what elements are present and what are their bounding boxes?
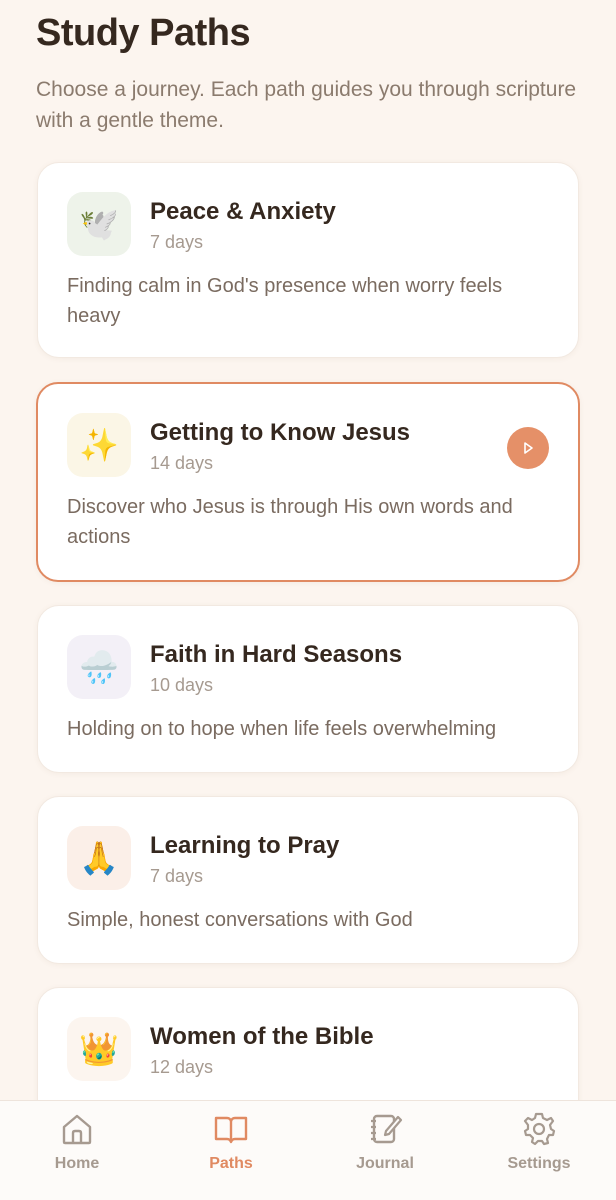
path-card-learning-to-pray[interactable]: 🙏 Learning to Pray 7 days Simple, honest…: [37, 796, 579, 964]
tab-paths[interactable]: Paths: [171, 1111, 291, 1181]
play-icon: [524, 442, 533, 454]
path-description: Finding calm in God's presence when worr…: [67, 275, 503, 327]
home-icon: [62, 1114, 92, 1145]
path-title: Learning to Pray: [150, 832, 340, 859]
tab-label: Home: [54, 1155, 100, 1172]
path-description: Simple, honest conversations with God: [67, 909, 413, 931]
path-title: Peace & Anxiety: [150, 198, 336, 225]
path-title: Women of the Bible: [150, 1023, 374, 1050]
play-button[interactable]: [507, 427, 549, 469]
path-description: Holding on to hope when life feels overw…: [67, 718, 497, 740]
tab-home[interactable]: Home: [17, 1111, 137, 1181]
path-title: Faith in Hard Seasons: [150, 641, 403, 668]
tab-label: Journal: [356, 1155, 414, 1172]
page-title: Study Paths: [36, 12, 251, 54]
praying-hands-icon: 🙏: [67, 826, 131, 890]
path-description: Discover who Jesus is through His own wo…: [67, 496, 513, 548]
book-icon: [214, 1116, 248, 1144]
path-duration: 12 days: [150, 1057, 214, 1077]
tab-label: Paths: [209, 1155, 253, 1172]
sparkles-icon: ✨: [67, 413, 131, 477]
journal-icon: [371, 1114, 403, 1144]
tab-label: Settings: [507, 1155, 571, 1172]
path-card-faith-hard-seasons[interactable]: 🌧️ Faith in Hard Seasons 10 days Holding…: [37, 605, 579, 773]
path-duration: 10 days: [150, 675, 214, 695]
study-paths-screen: Study Paths Choose a journey. Each path …: [0, 0, 616, 1200]
rain-cloud-icon: 🌧️: [67, 635, 131, 699]
path-card-getting-to-know-jesus[interactable]: ✨ Getting to Know Jesus 14 days Discover…: [36, 382, 580, 582]
bottom-tab-bar: Home Paths Journal Settings: [0, 1100, 616, 1200]
page-subtitle: Choose a journey. Each path guides you t…: [36, 78, 577, 132]
tab-journal[interactable]: Journal: [325, 1111, 445, 1181]
page-header: Study Paths Choose a journey. Each path …: [36, 10, 596, 136]
tab-settings[interactable]: Settings: [479, 1111, 599, 1181]
path-duration: 14 days: [150, 453, 214, 473]
path-duration: 7 days: [150, 866, 204, 886]
path-title: Getting to Know Jesus: [150, 419, 411, 446]
path-card-peace-anxiety[interactable]: 🕊️ Peace & Anxiety 7 days Finding calm i…: [37, 162, 579, 358]
gear-icon: [523, 1112, 556, 1146]
crown-icon: 👑: [67, 1017, 131, 1081]
path-duration: 7 days: [150, 232, 204, 252]
dove-icon: 🕊️: [67, 192, 131, 256]
